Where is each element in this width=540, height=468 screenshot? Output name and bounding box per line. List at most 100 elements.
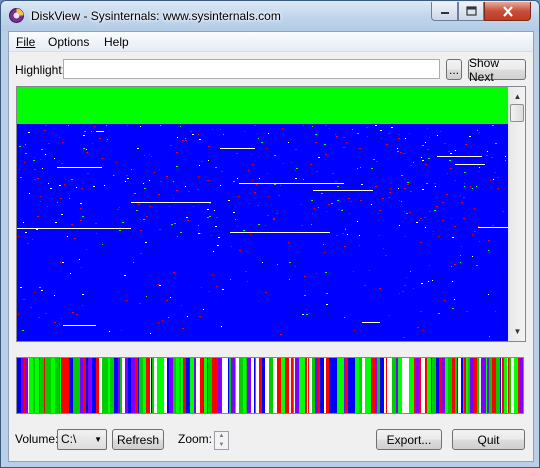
cluster-segment: [183, 358, 186, 413]
disk-fragment: [329, 128, 330, 129]
disk-fragment: [149, 154, 150, 155]
disk-header-band: [17, 87, 508, 124]
diskview-window: DiskView - Sysinternals: www.sysinternal…: [0, 0, 540, 468]
cluster-segment: [425, 358, 427, 413]
disk-fragment: [80, 208, 81, 209]
disk-fragment: [452, 237, 454, 238]
disk-fragment: [416, 222, 418, 223]
show-next-button[interactable]: Show Next: [468, 56, 526, 84]
scroll-up-icon[interactable]: ▲: [510, 89, 525, 104]
highlight-label: Highlight:: [15, 63, 66, 77]
quit-button[interactable]: Quit: [452, 429, 525, 450]
cluster-segment: [157, 358, 160, 413]
disk-fragment: [335, 181, 337, 182]
scroll-down-icon[interactable]: ▼: [510, 324, 525, 339]
maximize-button[interactable]: [458, 2, 484, 21]
disk-fragment: [410, 165, 412, 166]
disk-fragment: [495, 143, 497, 144]
volume-dropdown[interactable]: C:\ ▼: [57, 429, 107, 450]
minimize-button[interactable]: [431, 2, 458, 21]
disk-map[interactable]: [17, 87, 508, 341]
disk-free-run: [239, 183, 344, 184]
disk-fragment: [344, 246, 346, 247]
cluster-segment: [475, 358, 477, 413]
menu-options[interactable]: Options: [48, 35, 89, 49]
disk-fragment: [117, 209, 119, 210]
cluster-segment: [421, 358, 425, 413]
disk-fragment: [104, 185, 105, 186]
close-button[interactable]: [484, 2, 531, 21]
scroll-thumb[interactable]: [510, 104, 524, 122]
disk-fragment: [61, 318, 62, 319]
disk-fragment: [188, 191, 190, 192]
cluster-segment: [154, 358, 157, 413]
disk-fragment: [192, 134, 194, 135]
cluster-strip[interactable]: [17, 358, 523, 413]
cluster-segment: [31, 358, 33, 413]
cluster-segment: [180, 358, 181, 413]
disk-fragment: [258, 138, 259, 139]
disk-fragment: [47, 206, 48, 207]
disk-fragment: [389, 315, 390, 316]
disk-fragment: [218, 237, 220, 238]
disk-fragment: [173, 272, 175, 273]
cluster-segment: [345, 358, 348, 413]
cluster-segment: [481, 358, 485, 413]
zoom-spinner[interactable]: ▲ ▼: [214, 431, 229, 450]
disk-map-panel[interactable]: ▲ ▼: [16, 86, 526, 342]
cluster-segment: [251, 358, 253, 413]
zoom-down-icon[interactable]: ▼: [215, 441, 228, 449]
disk-fragment: [18, 314, 19, 315]
disk-fragment: [325, 154, 327, 155]
export-button[interactable]: Export...: [376, 429, 442, 450]
disk-fragment: [326, 304, 328, 305]
disk-fragment: [250, 234, 251, 235]
cluster-strip-panel[interactable]: [16, 357, 524, 414]
disk-fragment: [295, 266, 296, 267]
refresh-button[interactable]: Refresh: [112, 429, 164, 450]
highlight-input[interactable]: [63, 59, 440, 79]
disk-fragment: [309, 313, 310, 314]
disk-fragment: [280, 185, 281, 186]
disk-fragment: [438, 313, 440, 314]
vertical-scrollbar[interactable]: ▲ ▼: [508, 87, 525, 341]
cluster-segment: [406, 358, 409, 413]
cluster-segment: [65, 358, 69, 413]
menu-file[interactable]: File: [16, 35, 35, 49]
disk-fragment: [295, 170, 296, 171]
disk-fragment: [76, 314, 78, 315]
cluster-segment: [445, 358, 448, 413]
disk-fragment: [154, 172, 155, 173]
cluster-segment: [277, 358, 281, 413]
disk-fragment: [166, 300, 168, 301]
menu-help[interactable]: Help: [104, 35, 129, 49]
disk-fragment: [360, 167, 361, 168]
disk-fragment: [215, 226, 217, 227]
disk-fragment: [119, 207, 120, 208]
disk-fragment: [306, 309, 307, 310]
disk-fragment: [398, 138, 400, 139]
disk-fragment: [312, 126, 313, 127]
title-bar[interactable]: DiskView - Sysinternals: www.sysinternal…: [1, 1, 539, 31]
disk-fragment: [403, 153, 405, 154]
zoom-up-icon[interactable]: ▲: [215, 432, 228, 440]
disk-fragment: [245, 271, 247, 272]
disk-fragment: [94, 126, 95, 127]
cluster-segment: [269, 358, 273, 413]
disk-fragment: [337, 200, 339, 201]
disk-fragment: [435, 186, 436, 187]
disk-fragment: [54, 295, 55, 296]
disk-fragment: [145, 242, 147, 243]
disk-fragment: [472, 234, 473, 235]
cluster-segment: [398, 358, 402, 413]
cluster-segment: [212, 358, 215, 413]
cluster-segment: [496, 358, 500, 413]
disk-fragment: [82, 305, 83, 306]
cluster-segment: [485, 358, 486, 413]
highlight-browse-button[interactable]: ...: [446, 59, 462, 80]
cluster-segment: [247, 358, 251, 413]
disk-fragment: [455, 150, 456, 151]
zoom-label: Zoom:: [178, 432, 213, 446]
cluster-segment: [262, 358, 265, 413]
cluster-segment: [167, 358, 168, 413]
